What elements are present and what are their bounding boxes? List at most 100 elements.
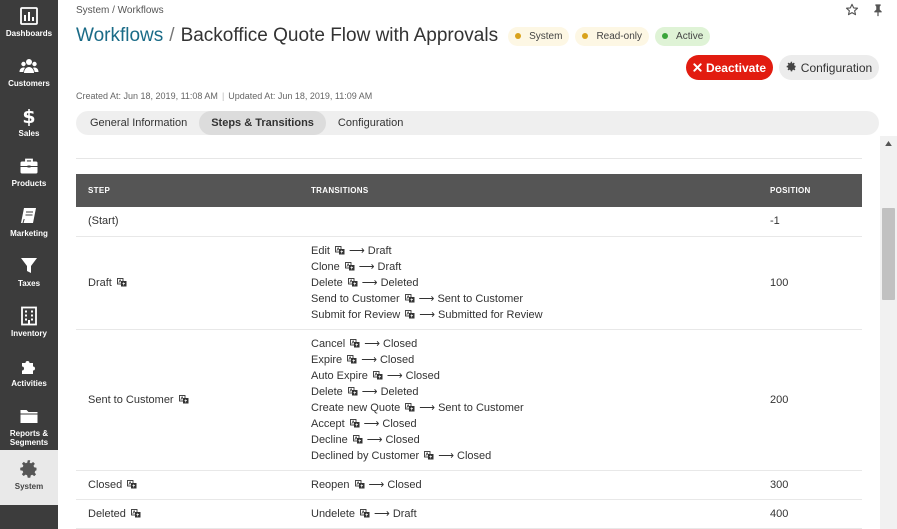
sidebar-item-activities[interactable]: Activities	[0, 350, 58, 400]
position-cell: 300	[758, 470, 862, 500]
gear-icon	[786, 61, 797, 75]
status-dot-icon	[515, 33, 522, 39]
status-badge: Read-only	[575, 26, 650, 46]
transition-item: Submit for Review ⟶ Submitted for Review	[311, 307, 746, 323]
sidebar-item-inventory[interactable]: Inventory	[0, 300, 58, 350]
position-cell: 200	[758, 329, 862, 471]
briefcase-icon	[18, 155, 40, 177]
sidebar-item-dashboards[interactable]: Dashboards	[0, 0, 58, 50]
translate-icon[interactable]	[345, 338, 364, 350]
sidebar-item-taxes[interactable]: Taxes	[0, 250, 58, 300]
arrow-right-icon: ⟶	[419, 401, 436, 414]
transitions-cell: Reopen ⟶ Closed	[299, 470, 758, 500]
sidebar-item-products[interactable]: Products	[0, 150, 58, 200]
position-cell: 400	[758, 499, 862, 529]
translate-icon[interactable]	[122, 479, 141, 491]
tab-steps-transitions[interactable]: Steps & Transitions	[199, 111, 326, 135]
scroll-up-arrow-icon[interactable]	[880, 136, 897, 150]
arrow-right-icon: ⟶	[419, 308, 436, 321]
arrow-right-icon: ⟶	[361, 385, 378, 398]
arrow-right-icon: ⟶	[364, 337, 381, 350]
translate-icon[interactable]	[419, 450, 438, 462]
translate-icon[interactable]	[340, 261, 359, 273]
translate-icon[interactable]	[343, 277, 362, 289]
transition-name: Cancel	[311, 337, 346, 350]
configuration-button[interactable]: Configuration	[779, 55, 879, 80]
step-cell: (Start)	[76, 207, 299, 237]
transition-name: Clone	[311, 260, 340, 273]
pin-icon[interactable]	[871, 3, 885, 17]
transition-name: Undelete	[311, 507, 356, 520]
step-name: Sent to Customer	[88, 393, 174, 406]
transition-target: Closed	[379, 353, 415, 366]
translate-icon[interactable]	[126, 508, 145, 520]
transition-item: Delete ⟶ Deleted	[311, 275, 746, 291]
status-dot-icon	[582, 33, 589, 39]
transition-target: Sent to Customer	[438, 401, 524, 414]
gear-icon	[18, 458, 40, 480]
step-cell: Deleted	[76, 499, 299, 529]
translate-icon[interactable]	[368, 370, 387, 382]
sidebar-item-system[interactable]: System	[0, 450, 58, 505]
transitions-cell: Edit ⟶ Draft Clone ⟶ Draft Delete ⟶ Deleted Send …	[299, 236, 758, 330]
sidebar-item-customers[interactable]: Customers	[0, 50, 58, 100]
transition-name: Auto Expire	[311, 369, 368, 382]
deactivate-button[interactable]: Deactivate	[686, 55, 773, 80]
deactivate-label: Deactivate	[705, 60, 767, 75]
status-badge: Active	[655, 26, 711, 46]
status-badge-label: Active	[676, 30, 704, 42]
breadcrumb[interactable]: System / Workflows	[76, 5, 164, 16]
translate-icon[interactable]	[345, 418, 364, 430]
vertical-scrollbar[interactable]	[880, 136, 897, 529]
translate-icon[interactable]	[400, 402, 419, 414]
workflows-link[interactable]: Workflows	[76, 25, 163, 47]
sidebar-item-sales[interactable]: $ Sales	[0, 100, 58, 150]
translate-icon[interactable]	[112, 277, 131, 289]
status-badge-label: System	[529, 30, 563, 42]
step-name: (Start)	[88, 215, 119, 228]
arrow-right-icon: ⟶	[368, 478, 385, 491]
updated-at: Updated At: Jun 18, 2019, 11:09 AM	[228, 91, 373, 101]
sidebar-item-label: System	[14, 482, 44, 491]
arrow-right-icon: ⟶	[366, 433, 383, 446]
steps-table-body: (Start) -1 Draft Edit ⟶ Draft Clone ⟶ Draft Delet…	[76, 207, 862, 529]
translate-icon[interactable]	[343, 386, 362, 398]
title-separator: /	[169, 25, 175, 46]
header-step: STEP	[76, 174, 299, 207]
transition-item: Decline ⟶ Closed	[311, 432, 746, 448]
arrow-right-icon: ⟶	[386, 369, 403, 382]
transition-item: Auto Expire ⟶ Closed	[311, 368, 746, 384]
transition-name: Reopen	[311, 478, 350, 491]
arrow-right-icon: ⟶	[363, 417, 380, 430]
star-icon[interactable]	[845, 3, 859, 17]
translate-icon[interactable]	[350, 479, 369, 491]
sidebar-item-label: Customers	[8, 79, 50, 88]
transitions-cell	[299, 207, 758, 237]
sidebar-item-reports[interactable]: Reports & Segments	[0, 400, 58, 450]
translate-icon[interactable]	[342, 354, 361, 366]
translate-icon[interactable]	[355, 508, 374, 520]
sidebar-item-marketing[interactable]: Marketing	[0, 200, 58, 250]
position-cell: 100	[758, 236, 862, 330]
translate-icon[interactable]	[400, 293, 419, 305]
sidebar-item-label: Reports &	[9, 429, 49, 438]
translate-icon[interactable]	[174, 394, 193, 406]
header-position: POSITION	[758, 174, 862, 207]
tab-general-information[interactable]: General Information	[78, 111, 199, 135]
filter-icon	[18, 255, 40, 277]
transition-name: Accept	[311, 417, 345, 430]
tab-configuration[interactable]: Configuration	[326, 111, 415, 135]
translate-icon[interactable]	[400, 309, 419, 321]
close-icon	[693, 61, 702, 75]
arrow-right-icon: ⟶	[418, 292, 435, 305]
transition-item: Create new Quote ⟶ Sent to Customer	[311, 400, 746, 416]
table-row: Closed Reopen ⟶ Closed 300	[76, 470, 862, 500]
translate-icon[interactable]	[348, 434, 367, 446]
transition-name: Submit for Review	[311, 308, 401, 321]
scrollbar-thumb[interactable]	[882, 208, 895, 300]
transition-item: Edit ⟶ Draft	[311, 243, 746, 259]
transition-name: Decline	[311, 433, 348, 446]
translate-icon[interactable]	[330, 245, 349, 257]
transition-name: Declined by Customer	[311, 449, 420, 462]
steps-table: STEP TRANSITIONS POSITION (Start) -1 Draft…	[76, 174, 862, 529]
